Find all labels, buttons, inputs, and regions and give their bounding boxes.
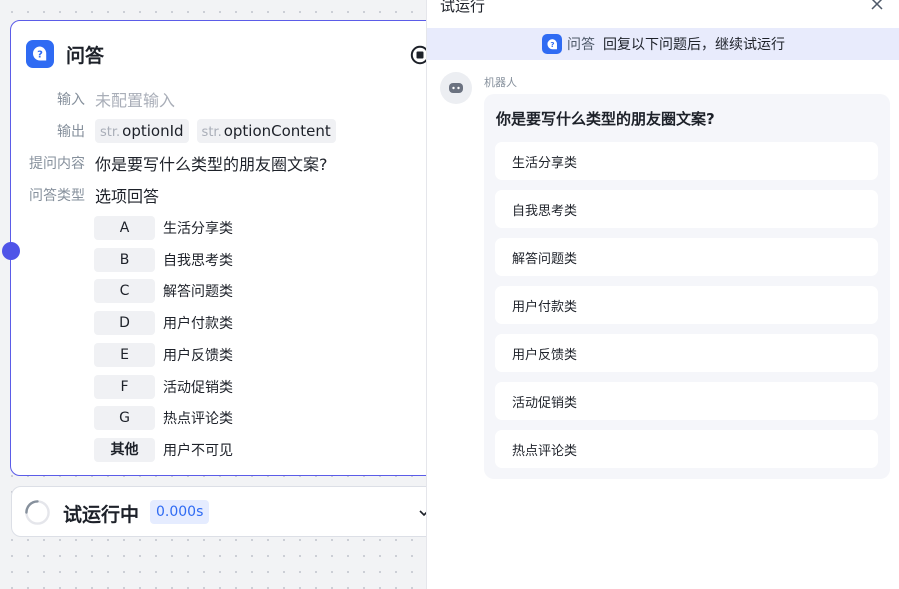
option-key: G [94, 406, 155, 430]
option-key: E [94, 343, 155, 367]
node-title: 问答 [66, 44, 105, 67]
node-connection-port[interactable] [2, 242, 20, 260]
svg-text:?: ? [37, 50, 43, 61]
output-tag-option-content: str. optionContent [196, 119, 336, 143]
test-run-panel: 试运行 ? 问答 回复以下问题后，继续试运行 机器人 你是要写什么类型的朋友圈文… [426, 0, 899, 589]
choice-button[interactable]: 用户付款类 [495, 286, 878, 324]
option-row: 其他 用户不可见 [94, 438, 233, 462]
output-row: 输出 str. optionId str. optionContent [11, 119, 336, 143]
option-key: F [94, 375, 155, 399]
prompt-label: 提问内容 [29, 156, 85, 172]
option-key: 其他 [94, 438, 155, 462]
run-time-badge: 0.000s [150, 500, 210, 524]
banner-node-name: 问答 [567, 37, 595, 53]
choice-button[interactable]: 用户反馈类 [495, 334, 878, 372]
choice-button[interactable]: 自我思考类 [495, 190, 878, 228]
panel-title: 试运行 [440, 0, 486, 15]
option-text: 活动促销类 [163, 380, 233, 396]
question-icon: ? [26, 40, 54, 68]
option-text: 自我思考类 [163, 253, 233, 269]
option-key: A [94, 216, 155, 240]
option-text: 用户付款类 [163, 316, 233, 332]
option-text: 用户反馈类 [163, 348, 233, 364]
svg-text:?: ? [550, 40, 554, 49]
option-row: E 用户反馈类 [94, 343, 233, 367]
option-text: 生活分享类 [163, 221, 233, 237]
option-row: D 用户付款类 [94, 311, 233, 335]
choice-button[interactable]: 生活分享类 [495, 142, 878, 180]
option-text: 解答问题类 [163, 284, 233, 300]
option-row: G 热点评论类 [94, 406, 233, 430]
run-status-label: 试运行中 [63, 504, 140, 526]
option-row: A 生活分享类 [94, 216, 233, 240]
option-text: 热点评论类 [163, 411, 233, 427]
run-status-card[interactable]: 试运行中 0.000s [11, 486, 451, 537]
qa-node-card[interactable]: ? 问答 输入 未配置输入 输出 str. optionId str. option… [10, 20, 450, 476]
input-value: 未配置输入 [95, 91, 176, 110]
option-row: F 活动促销类 [94, 375, 233, 399]
prompt-value: 你是要写什么类型的朋友圈文案? [95, 155, 328, 174]
input-row: 输入 未配置输入 [11, 87, 175, 111]
robot-icon [449, 83, 463, 93]
output-tag-option-id: str. optionId [95, 119, 189, 143]
type-label: 问答类型 [29, 188, 85, 204]
choice-button[interactable]: 热点评论类 [495, 430, 878, 468]
option-key: C [94, 279, 155, 303]
close-icon[interactable] [870, 0, 884, 11]
bot-name: 机器人 [484, 76, 517, 89]
node-header: ? 问答 [26, 39, 104, 69]
banner-text: 回复以下问题后，继续试运行 [603, 37, 785, 53]
bot-avatar [440, 72, 472, 104]
choice-button[interactable]: 活动促销类 [495, 382, 878, 420]
pending-reply-banner: ? 问答 回复以下问题后，继续试运行 [427, 28, 899, 60]
question-bubble: 你是要写什么类型的朋友圈文案? 生活分享类 自我思考类 解答问题类 用户付款类 … [484, 94, 890, 479]
option-key: D [94, 311, 155, 335]
option-text: 用户不可见 [163, 443, 233, 459]
type-value: 选项回答 [95, 187, 160, 206]
option-row: B 自我思考类 [94, 248, 233, 272]
question-text: 你是要写什么类型的朋友圈文案? [496, 110, 715, 128]
choice-button[interactable]: 解答问题类 [495, 238, 878, 276]
type-row: 问答类型 选项回答 [11, 183, 159, 207]
input-label: 输入 [57, 92, 85, 108]
output-label: 输出 [57, 124, 85, 140]
option-row: C 解答问题类 [94, 279, 233, 303]
question-icon: ? [542, 34, 562, 54]
option-key: B [94, 248, 155, 272]
loading-spinner-icon [25, 500, 50, 525]
prompt-row: 提问内容 你是要写什么类型的朋友圈文案? [11, 151, 328, 175]
